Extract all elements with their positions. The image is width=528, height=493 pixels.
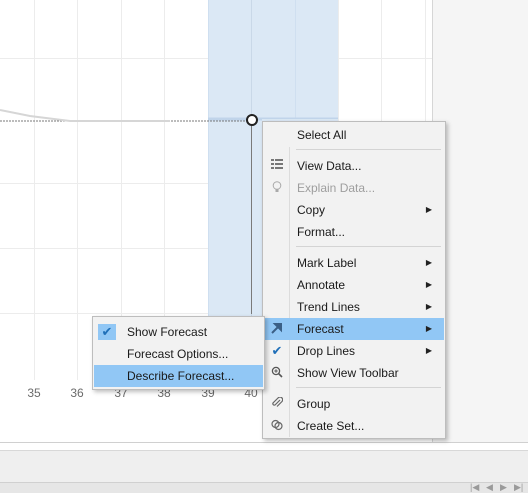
menu-item-select-all[interactable]: Select All xyxy=(264,124,444,146)
menu-item-label: Explain Data... xyxy=(297,181,376,195)
menu-separator xyxy=(296,246,441,247)
menu-item-label: Show View Toolbar xyxy=(297,366,399,380)
menu-item-label: Describe Forecast... xyxy=(127,369,235,383)
sheet-tab-strip: |◀ ◀ ▶ ▶| xyxy=(0,482,528,493)
menu-item-label: Select All xyxy=(297,128,347,142)
status-bar: |◀ ◀ ▶ ▶| xyxy=(0,450,528,493)
menu-item-label: Group xyxy=(297,397,331,411)
menu-item-label: Mark Label xyxy=(297,256,357,270)
menu-item-label: Create Set... xyxy=(297,419,365,433)
next-sheet-icon[interactable]: ▶ xyxy=(500,482,507,493)
menu-item-forecast-options[interactable]: Forecast Options... xyxy=(94,343,263,365)
submenu-arrow-icon: ▶ xyxy=(425,205,432,214)
menu-item-label: Forecast Options... xyxy=(127,347,229,361)
submenu-arrow-icon: ▶ xyxy=(425,346,432,355)
menu-item-label: Annotate xyxy=(297,278,346,292)
table-icon xyxy=(270,159,284,173)
menu-item-show-forecast[interactable]: ✔ Show Forecast xyxy=(94,321,263,343)
menu-separator xyxy=(296,149,441,150)
menu-item-show-view-toolbar[interactable]: Show View Toolbar xyxy=(264,362,444,384)
lightbulb-icon xyxy=(270,181,284,195)
menu-item-forecast[interactable]: Forecast ▶ xyxy=(264,318,444,340)
submenu-arrow-icon: ▶ xyxy=(425,302,432,311)
set-icon xyxy=(270,419,284,433)
first-sheet-icon[interactable]: |◀ xyxy=(470,482,479,493)
paperclip-icon xyxy=(270,396,284,411)
menu-item-label: Copy xyxy=(297,203,326,217)
x-tick-label: 36 xyxy=(70,386,84,400)
submenu-arrow-icon: ▶ xyxy=(425,280,432,289)
context-menu: Select All View Data... Explain Data... … xyxy=(262,121,446,439)
side-panel xyxy=(433,0,528,442)
menu-item-describe-forecast[interactable]: Describe Forecast... xyxy=(94,365,263,387)
menu-item-label: Forecast xyxy=(297,322,344,336)
menu-item-label: Show Forecast xyxy=(127,325,208,339)
submenu-arrow-icon: ▶ xyxy=(425,324,432,333)
menu-item-label: Format... xyxy=(297,225,346,239)
menu-item-drop-lines[interactable]: ✔ Drop Lines ▶ xyxy=(264,340,444,362)
checkmark-icon: ✔ xyxy=(271,343,283,358)
menu-item-explain-data: Explain Data... xyxy=(264,177,444,199)
menu-item-label: Trend Lines xyxy=(297,300,360,314)
menu-item-label: Drop Lines xyxy=(297,344,356,358)
forecast-arrow-icon xyxy=(270,322,284,336)
menu-item-view-data[interactable]: View Data... xyxy=(264,155,444,177)
menu-item-copy[interactable]: Copy ▶ xyxy=(264,199,444,221)
menu-item-annotate[interactable]: Annotate ▶ xyxy=(264,274,444,296)
menu-item-label: View Data... xyxy=(297,159,362,173)
zoom-icon xyxy=(270,366,284,380)
forecast-submenu: ✔ Show Forecast Forecast Options... Desc… xyxy=(92,316,265,390)
menu-item-create-set[interactable]: Create Set... xyxy=(264,415,444,437)
prev-sheet-icon[interactable]: ◀ xyxy=(486,482,493,493)
menu-item-mark-label[interactable]: Mark Label ▶ xyxy=(264,252,444,274)
menu-item-group[interactable]: Group xyxy=(264,393,444,415)
menu-item-trend-lines[interactable]: Trend Lines ▶ xyxy=(264,296,444,318)
checkmark-icon: ✔ xyxy=(98,324,116,340)
selected-mark[interactable] xyxy=(246,114,258,126)
last-sheet-icon[interactable]: ▶| xyxy=(514,482,523,493)
drop-line xyxy=(251,119,252,314)
menu-item-format[interactable]: Format... xyxy=(264,221,444,243)
x-tick-label: 35 xyxy=(27,386,41,400)
menu-separator xyxy=(296,387,441,388)
submenu-arrow-icon: ▶ xyxy=(425,258,432,267)
